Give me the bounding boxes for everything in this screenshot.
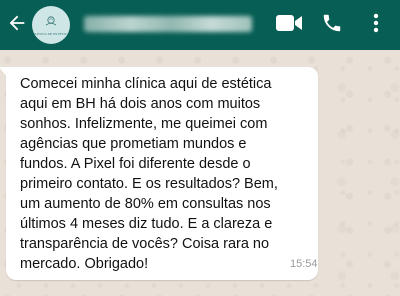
avatar-logo-text: CLÍNICA DE ESTÉTICA (32, 31, 70, 36)
more-vertical-icon (373, 13, 379, 38)
message-bubble[interactable]: Comecei minha clínica aqui de estética a… (0, 67, 318, 280)
chat-header: CLÍNICA DE ESTÉTICA (0, 0, 400, 50)
contact-avatar[interactable]: CLÍNICA DE ESTÉTICA (32, 6, 70, 44)
voice-call-button[interactable] (316, 11, 348, 39)
video-camera-icon (276, 14, 302, 37)
more-options-button[interactable] (364, 11, 388, 39)
arrow-left-icon (6, 12, 28, 39)
back-button[interactable] (4, 11, 30, 39)
chat-area[interactable]: Comecei minha clínica aqui de estética a… (0, 50, 400, 296)
clinic-logo-icon (44, 14, 58, 32)
message-text: Comecei minha clínica aqui de estética a… (20, 76, 278, 272)
message-time: 15:54 (290, 258, 318, 270)
phone-icon (321, 12, 343, 39)
video-call-button[interactable] (270, 11, 308, 39)
blurred-contact-name[interactable] (84, 16, 252, 32)
bubble-tail (0, 67, 7, 77)
